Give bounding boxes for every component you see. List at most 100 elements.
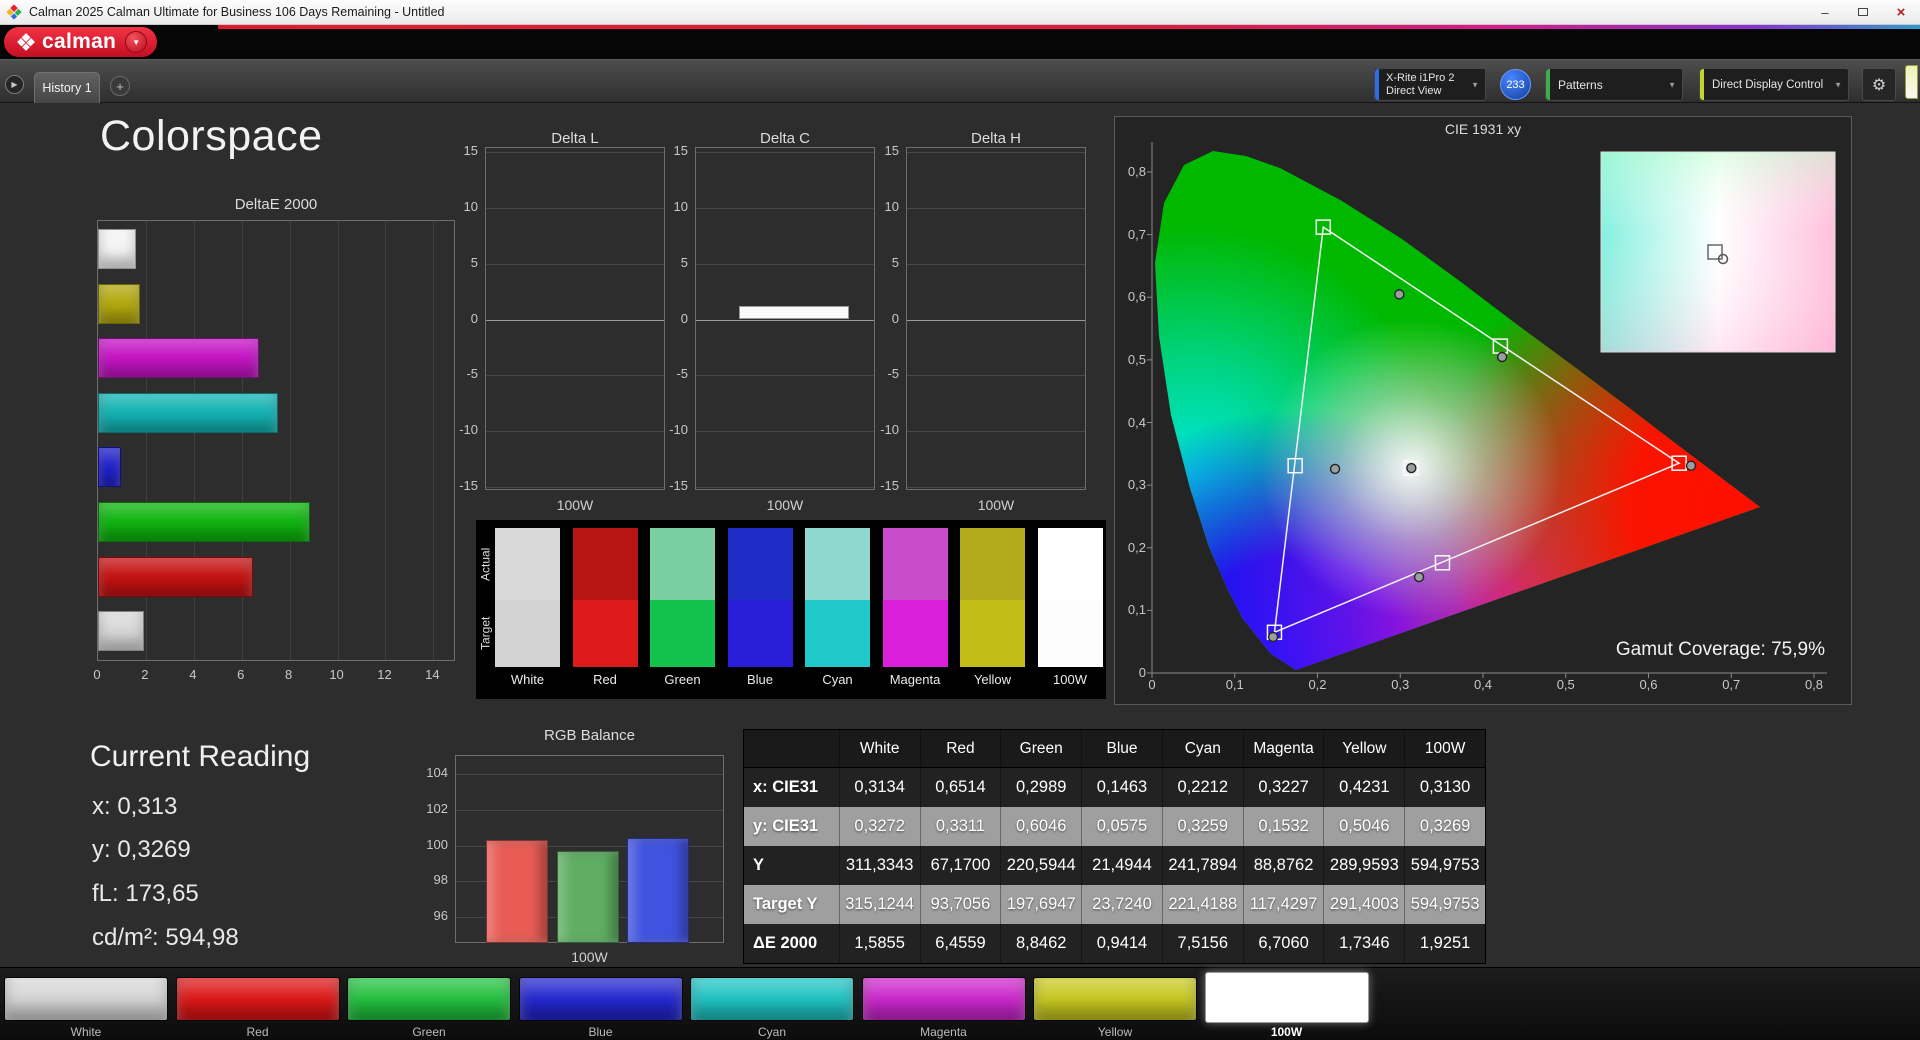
- patch-button-magenta[interactable]: [861, 977, 1026, 1021]
- actual-swatch-blue: [727, 528, 793, 600]
- tab-bar: ▶ History 1 + X-Rite i1Pro 2 Direct View…: [0, 59, 1920, 103]
- close-button[interactable]: ×: [1882, 0, 1920, 24]
- y-tick-label: 98: [433, 872, 448, 888]
- patch-button-cyan[interactable]: [690, 977, 854, 1021]
- y-tick-label: -15: [880, 477, 899, 493]
- value-cell: 0,4231: [1323, 768, 1404, 807]
- column-header: Magenta: [1242, 730, 1324, 767]
- tab-history-1[interactable]: History 1: [34, 72, 100, 103]
- page-title: Colorspace: [100, 112, 323, 160]
- column-header: 100W: [1404, 730, 1485, 767]
- display-control-label: Direct Display Control: [1712, 78, 1824, 91]
- chart-title: DeltaE 2000: [234, 196, 318, 213]
- y-tick-label: 5: [680, 254, 688, 270]
- value-cell: 6,4559: [919, 924, 1001, 963]
- patch-button-red[interactable]: [175, 977, 340, 1021]
- deltae-2000-chart: DeltaE 2000 0 2 4 6 8 10 12 14: [93, 196, 477, 688]
- window-controls: – ×: [1806, 0, 1920, 24]
- target-swatch-magenta: [882, 600, 948, 667]
- chart-title: RGB Balance: [544, 727, 635, 744]
- table-row: Y 311,3343 67,1700 220,5944 21,4944 241,7894 8…: [744, 846, 1485, 885]
- chevron-down-icon: ▼: [1668, 80, 1676, 89]
- patch-label: Magenta: [920, 1025, 967, 1039]
- column-header: Blue: [1081, 730, 1162, 767]
- actual-target-swatch-panel: Actual Target White Red Green Blue Cyan Magen…: [476, 520, 1106, 699]
- target-swatch-red: [572, 600, 638, 667]
- current-reading-title: Current Reading: [90, 740, 311, 773]
- settings-button[interactable]: ⚙: [1862, 68, 1896, 101]
- value-cell: 0,5046: [1323, 807, 1404, 846]
- value-cell: 0,2989: [1000, 768, 1081, 807]
- value-cell: 0,2212: [1161, 768, 1243, 807]
- x-tick-label: 8: [285, 667, 293, 682]
- value-cell: 594,9753: [1404, 885, 1485, 924]
- column-header: Yellow: [1323, 730, 1404, 767]
- patterns-dropdown[interactable]: Patterns ▼: [1545, 68, 1683, 101]
- value-cell: 0,3311: [919, 807, 1001, 846]
- value-cell: 241,7894: [1161, 846, 1243, 885]
- gridline: [456, 773, 723, 775]
- actual-swatch-red: [572, 528, 638, 600]
- gridline: [289, 221, 291, 660]
- meter-label: X-Rite i1Pro 2 Direct View: [1375, 69, 1485, 98]
- calman-diamond-icon: [17, 33, 35, 51]
- column-header: Green: [1000, 730, 1081, 767]
- maximize-button[interactable]: [1844, 0, 1882, 24]
- chevron-down-icon: ▼: [1834, 80, 1842, 89]
- patch-button-100w[interactable]: [1204, 972, 1369, 1023]
- y-tick-label: -10: [669, 421, 688, 437]
- value-cell: 67,1700: [919, 846, 1001, 885]
- column-header: White: [838, 730, 920, 767]
- y-tick-label: 10: [884, 199, 899, 215]
- minimize-button[interactable]: –: [1806, 0, 1844, 24]
- chart-title: Delta C: [759, 130, 811, 147]
- gamut-coverage-label: Gamut Coverage: 75,9%: [1615, 639, 1825, 660]
- calman-window: Calman 2025 Calman Ultimate for Business…: [0, 0, 1920, 1040]
- history-expand-button[interactable]: ▶: [5, 75, 24, 94]
- chevron-down-icon: ▼: [1471, 80, 1479, 89]
- gridline: [486, 208, 664, 210]
- display-control-dropdown[interactable]: Direct Display Control ▼: [1699, 68, 1849, 101]
- measured-point: [1329, 463, 1341, 475]
- y-tick-label: 15: [673, 143, 688, 159]
- target-swatch-green: [650, 600, 715, 667]
- brand-gradient-stripe: [218, 25, 1920, 29]
- add-tab-button[interactable]: +: [110, 76, 130, 96]
- gridline: [433, 221, 435, 660]
- side-panel-handle[interactable]: [1905, 65, 1918, 99]
- table-row: y: CIE31 0,3272 0,3311 0,6046 0,0575 0,3259 0,…: [744, 807, 1485, 846]
- value-cell: 311,3343: [838, 846, 920, 885]
- table-row: Target Y 315,1244 93,7056 197,6947 23,7240 22…: [744, 885, 1485, 924]
- y-tick-label: 104: [426, 764, 448, 780]
- gridline: [337, 221, 339, 660]
- logo-menu-button[interactable]: ▼: [125, 31, 148, 53]
- bar-100w: [98, 611, 145, 652]
- chart-plot: [906, 147, 1086, 490]
- meter-dropdown[interactable]: X-Rite i1Pro 2 Direct View ▼: [1374, 68, 1486, 101]
- gridline: [907, 263, 1085, 265]
- y-tick-label: 96: [433, 908, 448, 924]
- measured-point: [1496, 351, 1508, 363]
- target-swatch-cyan: [805, 600, 870, 667]
- patch-button-green[interactable]: [347, 977, 511, 1021]
- measured-point: [1394, 289, 1405, 300]
- value-cell: 21,4944: [1081, 846, 1162, 885]
- measurement-count-badge[interactable]: 233: [1500, 69, 1531, 100]
- value-cell: 93,7056: [919, 885, 1001, 924]
- patch-button-white[interactable]: [4, 977, 168, 1021]
- logo-text: calman: [42, 30, 117, 53]
- swatch-label: White: [510, 672, 545, 687]
- delta-h-chart: Delta H 100W 15 10 5 0 -5 -10 -15: [861, 125, 1086, 520]
- chart-title: Delta H: [970, 130, 1022, 147]
- gridline: [385, 221, 387, 660]
- target-swatch-white: [495, 600, 560, 667]
- patch-button-yellow[interactable]: [1033, 977, 1197, 1021]
- x-tick-label: 12: [377, 667, 392, 682]
- chart-title: Delta L: [551, 130, 599, 147]
- patch-button-blue[interactable]: [518, 977, 683, 1021]
- calman-logo[interactable]: calman ▼: [4, 27, 158, 57]
- measured-point: [1413, 571, 1425, 583]
- value-cell: 220,5944: [1000, 846, 1081, 885]
- gridline: [907, 375, 1085, 377]
- bar-blue: [627, 838, 689, 943]
